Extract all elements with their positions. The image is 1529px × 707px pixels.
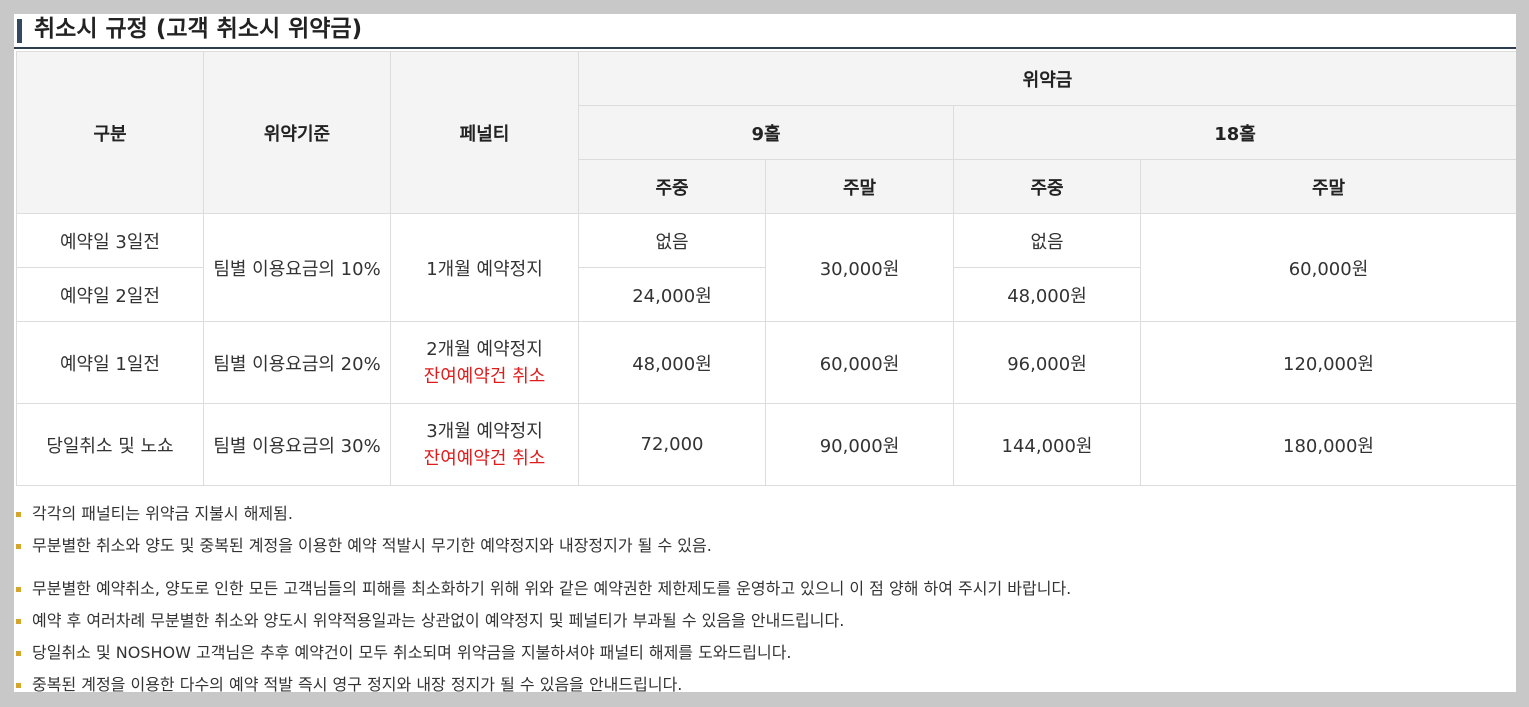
list-item: 각각의 패널티는 위약금 지불시 해제됨. [14,498,1514,530]
row-9-weekend: 30,000원 [765,213,954,322]
header-category: 구분 [16,51,204,214]
notes-list: 각각의 패널티는 위약금 지불시 해제됨. 무분별한 취소와 양도 및 중복된 … [14,498,1514,692]
list-item: 무분별한 예약취소, 양도로 인한 모든 고객님들의 피해를 최소화하기 위해 … [14,573,1514,605]
penalty-table: 구분 위약기준 페널티 위약금 9홀 18홀 주중 주말 주중 주말 예약일 3… [16,51,1516,486]
section-header: 취소시 규정 (고객 취소시 위약금) [14,14,1516,49]
row-9-weekend: 60,000원 [765,321,954,404]
list-item: 무분별한 취소와 양도 및 중복된 계정을 이용한 예약 적발시 무기한 예약정… [14,530,1514,562]
note-text: 무분별한 취소와 양도 및 중복된 계정을 이용한 예약 적발시 무기한 예약정… [32,536,712,555]
square-bullet-icon [16,651,21,656]
row-penalty: 3개월 예약정지 잔여예약건 취소 [390,403,579,486]
square-bullet-icon [16,587,21,592]
list-item: 중복된 계정을 이용한 다수의 예약 적발 즉시 영구 정지와 내장 정지가 될… [14,669,1514,692]
row-18-weekend: 120,000원 [1140,321,1516,404]
row-basis: 팀별 이용요금의 30% [203,403,391,486]
row-category: 예약일 2일전 [16,267,204,322]
row-category: 예약일 1일전 [16,321,204,404]
header-18-weekend: 주말 [1140,159,1516,214]
table-row: 예약일 3일전 팀별 이용요금의 10% 1개월 예약정지 없음 30,000원… [16,213,1516,322]
row-basis: 팀별 이용요금의 20% [203,321,391,404]
note-text: 당일취소 및 NOSHOW 고객님은 추후 예약건이 모두 취소되며 위약금을 … [32,643,792,662]
penalty-cancel-remaining: 잔여예약건 취소 [423,447,546,469]
table-row: 예약일 1일전 팀별 이용요금의 20% 2개월 예약정지 잔여예약건 취소 4… [16,321,1516,404]
header-basis: 위약기준 [203,51,391,214]
row-18-weekend: 60,000원 [1140,213,1516,322]
header-18-holes: 18홀 [953,105,1516,160]
note-text: 중복된 계정을 이용한 다수의 예약 적발 즉시 영구 정지와 내장 정지가 될… [32,675,683,692]
row-category: 당일취소 및 노쇼 [16,403,204,486]
square-bullet-icon [16,544,21,549]
header-fee: 위약금 [578,51,1516,106]
list-item: 예약 후 여러차례 무분별한 취소와 양도시 위약적용일과는 상관없이 예약정지… [14,605,1514,637]
square-bullet-icon [16,683,21,688]
note-text: 무분별한 예약취소, 양도로 인한 모든 고객님들의 피해를 최소화하기 위해 … [32,579,1072,598]
row-18-weekday: 48,000원 [953,267,1141,322]
row-18-weekday: 144,000원 [953,403,1141,486]
row-9-weekend: 90,000원 [765,403,954,486]
header-penalty: 페널티 [390,51,579,214]
section-title: 취소시 규정 (고객 취소시 위약금) [34,16,363,42]
cancellation-policy-panel: 취소시 규정 (고객 취소시 위약금) 구분 위약기준 페널티 위약금 9홀 1… [14,14,1516,692]
row-9-weekday: 48,000원 [578,321,766,404]
header-9-weekday: 주중 [578,159,766,214]
row-penalty: 1개월 예약정지 [390,213,579,322]
row-basis: 팀별 이용요금의 10% [203,213,391,322]
note-text: 각각의 패널티는 위약금 지불시 해제됨. [32,504,293,523]
penalty-cancel-remaining: 잔여예약건 취소 [423,365,546,387]
list-item: 당일취소 및 NOSHOW 고객님은 추후 예약건이 모두 취소되며 위약금을 … [14,637,1514,669]
header-18-weekday: 주중 [953,159,1141,214]
penalty-suspension: 2개월 예약정지 [426,338,543,360]
row-9-weekday: 없음 [578,213,766,268]
row-9-weekday: 24,000원 [578,267,766,322]
penalty-suspension: 3개월 예약정지 [426,420,543,442]
note-text: 예약 후 여러차례 무분별한 취소와 양도시 위약적용일과는 상관없이 예약정지… [32,611,845,630]
table-row: 당일취소 및 노쇼 팀별 이용요금의 30% 3개월 예약정지 잔여예약건 취소… [16,403,1516,486]
row-18-weekday: 없음 [953,213,1141,268]
square-bullet-icon [16,512,21,517]
square-bullet-icon [16,619,21,624]
row-18-weekend: 180,000원 [1140,403,1516,486]
header-9-holes: 9홀 [578,105,954,160]
title-accent-bar [17,19,22,43]
row-penalty: 2개월 예약정지 잔여예약건 취소 [390,321,579,404]
row-category: 예약일 3일전 [16,213,204,268]
header-9-weekend: 주말 [765,159,954,214]
row-18-weekday: 96,000원 [953,321,1141,404]
row-9-weekday: 72,000 [578,403,766,486]
